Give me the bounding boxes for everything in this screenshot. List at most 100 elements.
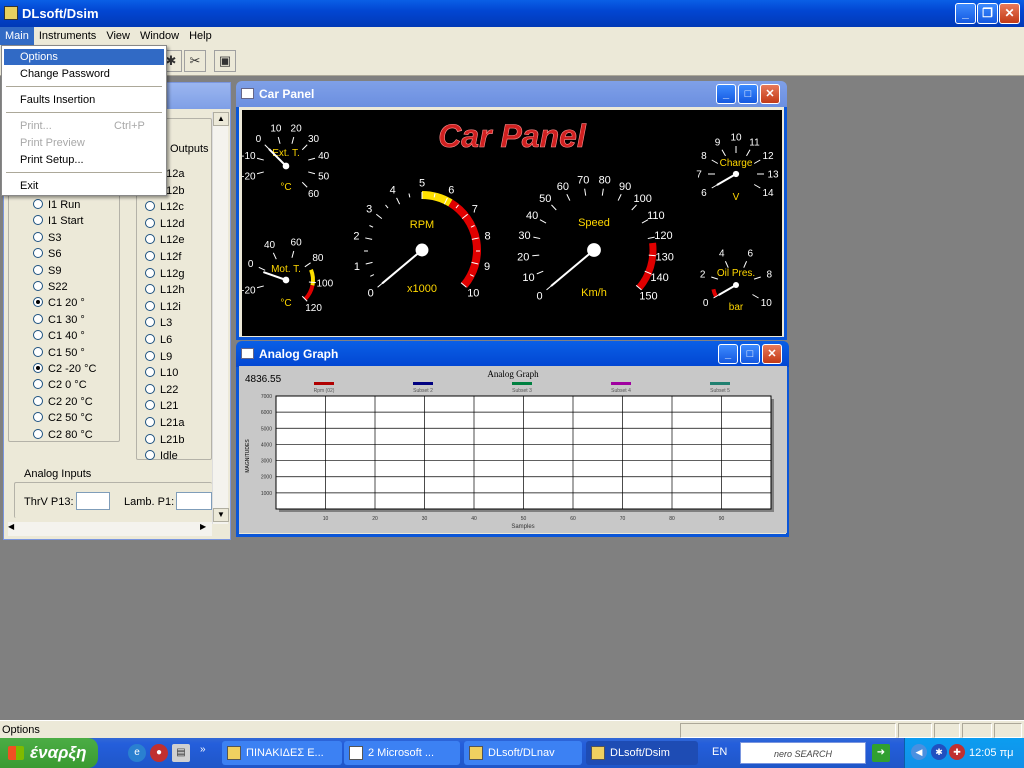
- mot-temp-gauge-tick-label: 40: [264, 240, 276, 251]
- tray-back-icon[interactable]: ◀: [911, 744, 927, 760]
- menu-help[interactable]: Help: [184, 27, 217, 45]
- input-radio[interactable]: C2 0 °C: [33, 378, 87, 392]
- menu-main[interactable]: Main: [0, 27, 34, 45]
- security-icon[interactable]: ✚: [949, 744, 965, 760]
- scroll-down-icon[interactable]: ▼: [213, 508, 229, 522]
- radio-circle: [145, 367, 155, 378]
- output-radio[interactable]: L21b: [145, 433, 184, 447]
- output-radio[interactable]: L12i: [145, 300, 181, 314]
- y-tick-label: 5000: [261, 426, 272, 432]
- radio-circle: [33, 248, 43, 259]
- app-icon: [469, 746, 483, 760]
- output-radio[interactable]: L10: [145, 366, 178, 380]
- app-titlebar[interactable]: DLsoft/Dsim _ ❐ ✕: [0, 0, 1024, 27]
- charge-gauge-hub: [732, 170, 740, 178]
- input-radio[interactable]: C1 40 °: [33, 329, 85, 343]
- menu-instruments[interactable]: Instruments: [34, 27, 101, 45]
- ext-temp-gauge-tick-label: -20: [242, 171, 256, 182]
- print-tool-icon[interactable]: ▣: [214, 50, 236, 72]
- task-word[interactable]: 2 Microsoft ...: [344, 741, 460, 765]
- nero-search-box[interactable]: nero SEARCH: [740, 742, 866, 764]
- output-radio[interactable]: L21: [145, 399, 178, 413]
- radio-label: C2 50 °C: [48, 412, 93, 425]
- input-radio[interactable]: C2 80 °C: [33, 428, 93, 442]
- input-radio[interactable]: C2 -20 °C: [33, 362, 96, 376]
- io-panel-hscroll[interactable]: ◀ ▶: [8, 522, 212, 536]
- output-radio[interactable]: L12f: [145, 250, 181, 264]
- quicklaunch-media-icon[interactable]: ●: [150, 744, 168, 762]
- io-panel-vscroll[interactable]: ▲ ▼: [212, 112, 229, 524]
- radio-circle: [33, 330, 43, 341]
- radio-circle: [33, 297, 43, 308]
- car-panel-maximize-button[interactable]: □: [738, 84, 758, 104]
- input-radio[interactable]: C1 20 °: [33, 296, 85, 310]
- menu-item-change-password[interactable]: Change Password: [4, 66, 164, 82]
- quicklaunch-desktop-icon[interactable]: ▤: [172, 744, 190, 762]
- tools-icon[interactable]: ✂: [184, 50, 206, 72]
- car-panel-titlebar[interactable]: Car Panel _ □ ✕: [236, 81, 787, 107]
- radio-label: C2 -20 °C: [48, 363, 97, 375]
- language-indicator[interactable]: EN: [712, 746, 727, 758]
- input-radio[interactable]: S9: [33, 264, 61, 278]
- scroll-up-icon[interactable]: ▲: [213, 112, 229, 126]
- car-panel-minimize-button[interactable]: _: [716, 84, 736, 104]
- menu-item-print-setup[interactable]: Print Setup...: [4, 152, 164, 168]
- output-radio[interactable]: L12d: [145, 217, 184, 231]
- bluetooth-icon[interactable]: ✱: [931, 744, 947, 760]
- input-radio[interactable]: I1 Run: [33, 198, 80, 212]
- menu-window[interactable]: Window: [135, 27, 184, 45]
- outputs-label: Outputs: [168, 143, 211, 155]
- output-radio[interactable]: Idle: [145, 449, 178, 463]
- output-radio[interactable]: L12c: [145, 200, 184, 214]
- analog-graph-titlebar[interactable]: Analog Graph _ □ ✕: [236, 341, 789, 367]
- x-tick-label: 60: [570, 516, 576, 522]
- speed-gauge-tick: [533, 236, 541, 240]
- graph-maximize-button[interactable]: □: [740, 344, 760, 364]
- thrv-input[interactable]: [76, 492, 110, 510]
- restore-button[interactable]: ❐: [977, 3, 998, 24]
- output-radio[interactable]: L6: [145, 333, 172, 347]
- output-radio[interactable]: L9: [145, 350, 172, 364]
- quicklaunch-browser-icon[interactable]: e: [128, 744, 146, 762]
- task-dsim[interactable]: DLsoft/Dsim: [586, 741, 698, 765]
- output-radio[interactable]: L12g: [145, 267, 184, 281]
- input-radio[interactable]: C1 50 °: [33, 346, 85, 360]
- input-radio[interactable]: C2 20 °C: [33, 395, 93, 409]
- output-radio[interactable]: L22: [145, 383, 178, 397]
- output-radio[interactable]: L3: [145, 316, 172, 330]
- rpm-gauge-tick-label: 10: [467, 288, 479, 300]
- output-radio[interactable]: L12e: [145, 233, 184, 247]
- input-radio[interactable]: S3: [33, 231, 61, 245]
- menu-view[interactable]: View: [101, 27, 135, 45]
- menu-item-exit[interactable]: Exit: [4, 178, 164, 194]
- input-radio[interactable]: I1 Start: [33, 214, 83, 228]
- graph-minimize-button[interactable]: _: [718, 344, 738, 364]
- start-button[interactable]: έναρξη: [0, 738, 98, 768]
- quicklaunch-more-icon[interactable]: »: [200, 744, 206, 755]
- scroll-right-icon[interactable]: ▶: [200, 522, 206, 531]
- ext-temp-gauge-tick-label: 40: [318, 151, 330, 162]
- output-radio[interactable]: L12h: [145, 283, 184, 297]
- input-radio[interactable]: S22: [33, 280, 68, 294]
- menu-item-print[interactable]: Print... Ctrl+P: [4, 118, 164, 134]
- close-button[interactable]: ✕: [999, 3, 1020, 24]
- minimize-button[interactable]: _: [955, 3, 976, 24]
- rpm-gauge-tick: [408, 193, 411, 198]
- go-arrow-icon[interactable]: ➜: [872, 744, 890, 762]
- menu-item-faults-insertion[interactable]: Faults Insertion: [4, 92, 164, 108]
- lamb-input[interactable]: [176, 492, 212, 510]
- scroll-left-icon[interactable]: ◀: [8, 522, 14, 531]
- task-dlnav[interactable]: DLsoft/DLnav: [464, 741, 582, 765]
- output-radio[interactable]: L21a: [145, 416, 184, 430]
- car-panel-close-button[interactable]: ✕: [760, 84, 780, 104]
- menu-item-print-preview[interactable]: Print Preview: [4, 135, 164, 151]
- print-shortcut: Ctrl+P: [114, 120, 145, 132]
- input-radio[interactable]: S6: [33, 247, 61, 261]
- input-radio[interactable]: C2 50 °C: [33, 411, 93, 425]
- graph-close-button[interactable]: ✕: [762, 344, 782, 364]
- rpm-gauge-hub: [415, 243, 429, 257]
- task-folder[interactable]: ΠΙΝΑΚΙΔΕΣ Ε...: [222, 741, 342, 765]
- input-radio[interactable]: C1 30 °: [33, 313, 85, 327]
- x-tick-label: 10: [323, 516, 329, 522]
- menu-item-options[interactable]: Options: [4, 49, 164, 65]
